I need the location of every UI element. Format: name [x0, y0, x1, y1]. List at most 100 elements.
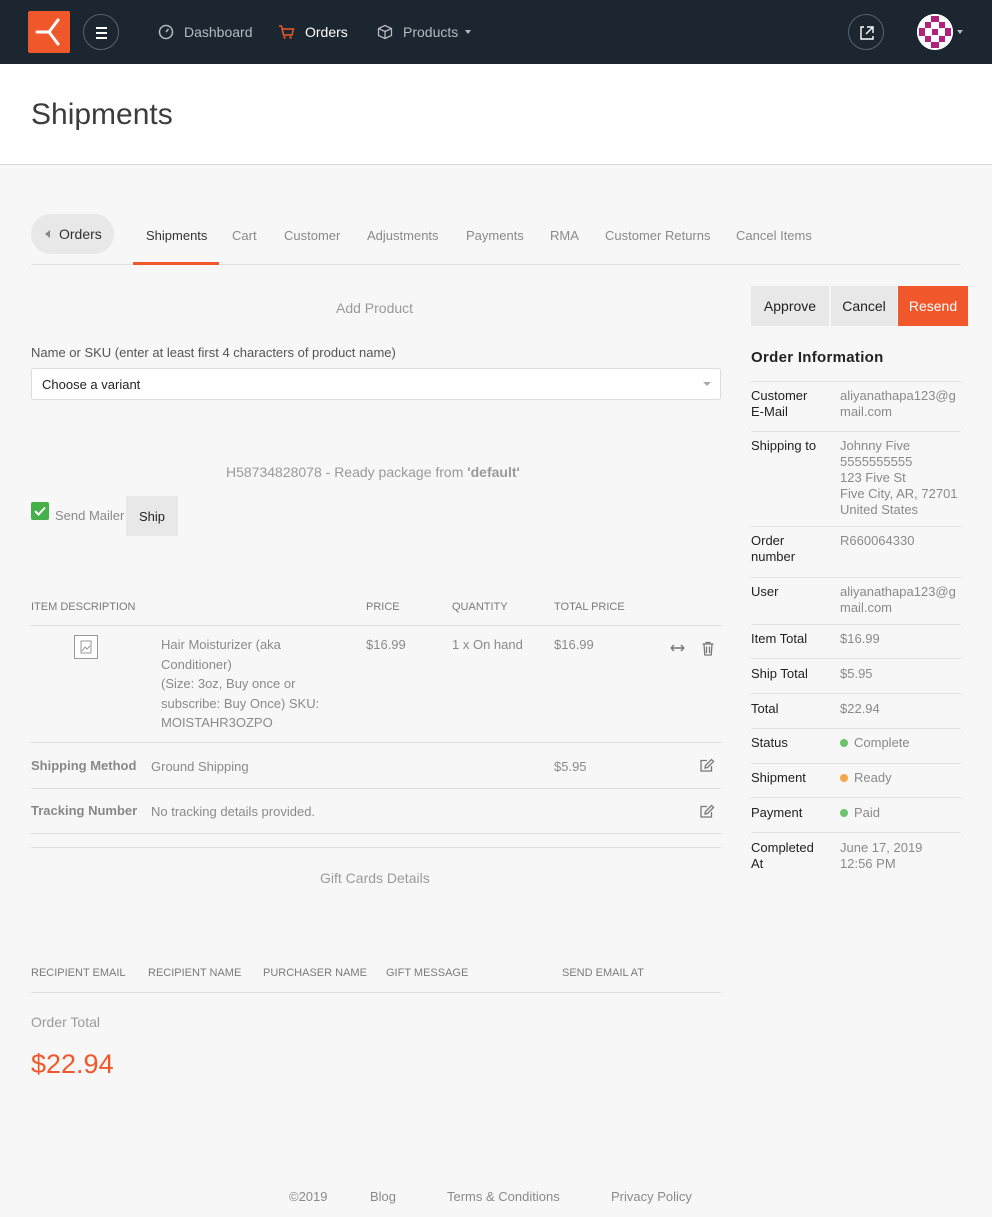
shipment-heading: H58734828078 - Ready package from 'defau… [226, 464, 520, 480]
column-header: RECIPIENT NAME [148, 967, 242, 979]
tab-rma[interactable]: RMA [550, 228, 579, 243]
shipment-state-label: Shipment [751, 770, 806, 785]
image-placeholder-icon [80, 640, 92, 654]
box-icon [377, 24, 393, 40]
ship-country: United States [840, 502, 919, 517]
table-divider [31, 625, 721, 626]
tab-cancel-items[interactable]: Cancel Items [736, 228, 812, 243]
tab-customer-returns[interactable]: Customer Returns [605, 228, 710, 243]
nav-item-orders[interactable]: Orders [278, 0, 348, 64]
shipping-method-label: Shipping Method [31, 758, 137, 773]
user-label: User [751, 584, 779, 599]
nav-item-dashboard[interactable]: Dashboard [158, 0, 253, 64]
info-divider [751, 832, 961, 833]
shipping-method-value: Ground Shipping [151, 759, 249, 774]
top-navbar: Dashboard Orders Products [0, 0, 992, 64]
cart-icon [279, 25, 295, 39]
order-information-title: Order Information [751, 349, 884, 366]
shipment-number: H58734828078 - Ready package from [226, 464, 468, 480]
user-value: aliyanathapa123@gmail.com [840, 584, 956, 615]
status-label: Status [751, 735, 788, 750]
logo[interactable] [28, 11, 70, 53]
approve-button[interactable]: Approve [751, 286, 829, 326]
active-tab-indicator [133, 262, 219, 265]
nav-label: Products [403, 24, 459, 40]
shipping-method-cost: $5.95 [554, 759, 587, 774]
variant-select[interactable]: Choose a variant [31, 368, 721, 400]
external-link-icon [860, 26, 874, 40]
item-description: Hair Moisturizer (aka Conditioner) (Size… [161, 635, 351, 733]
info-divider [751, 763, 961, 764]
payment-state-badge: Paid [840, 805, 965, 821]
total-value: $22.94 [840, 701, 880, 716]
send-mailer-label: Send Mailer [55, 508, 125, 523]
order-total-value: $22.94 [31, 1049, 114, 1079]
nav-label: Orders [305, 24, 348, 40]
column-header: RECIPIENT EMAIL [31, 967, 126, 979]
order-number-value: R660064330 [840, 533, 915, 548]
storefront-link-button[interactable] [848, 14, 884, 50]
shipping-to-label: Shipping to [751, 438, 817, 453]
shipping-address: Johnny Five 5555555555 123 Five St Five … [840, 438, 965, 518]
trash-icon[interactable] [701, 641, 715, 656]
variant-field-label: Name or SKU (enter at least first 4 char… [31, 345, 396, 360]
tracking-number-label: Tracking Number [31, 803, 138, 818]
payment-state-label: Payment [751, 805, 803, 820]
column-header: ITEM DESCRIPTION [31, 601, 136, 613]
nav-label: Dashboard [184, 24, 253, 40]
item-quantity: 1 x On hand [452, 637, 523, 652]
section-divider [31, 847, 721, 848]
ship-button[interactable]: Ship [126, 496, 178, 536]
info-divider [751, 658, 961, 659]
cancel-button[interactable]: Cancel [831, 286, 897, 326]
column-header: SEND EMAIL AT [562, 967, 644, 979]
footer-privacy-link[interactable]: Privacy Policy [611, 1189, 692, 1204]
menu-toggle-button[interactable] [83, 14, 119, 50]
order-number-label: Order number [751, 533, 796, 564]
chevron-down-icon[interactable] [957, 30, 963, 34]
resend-button[interactable]: Resend [898, 286, 968, 326]
avatar[interactable] [917, 14, 953, 50]
table-divider [31, 833, 721, 834]
item-sku: MOISTAHR3OZPO [161, 715, 273, 730]
tab-customer[interactable]: Customer [284, 228, 340, 243]
avatar-pattern-icon [917, 14, 953, 50]
ship-street: 123 Five St [840, 470, 906, 485]
column-header: PRICE [366, 601, 400, 613]
variant-select-value: Choose a variant [42, 377, 141, 392]
tab-shipments[interactable]: Shipments [146, 228, 207, 243]
edit-icon[interactable] [699, 804, 715, 819]
status-dot-icon [840, 809, 848, 817]
nav-item-products[interactable]: Products [377, 0, 472, 64]
item-total-value: $16.99 [840, 631, 880, 646]
column-header: TOTAL PRICE [554, 601, 625, 613]
order-total-label: Order Total [31, 1014, 100, 1030]
footer-terms-link[interactable]: Terms & Conditions [447, 1189, 560, 1204]
info-divider [751, 431, 961, 432]
item-variant-line: (Size: 3oz, Buy once or [161, 676, 296, 691]
split-arrows-icon[interactable] [669, 642, 686, 654]
ship-city: Five City, AR, 72701 [840, 486, 958, 501]
send-mailer-checkbox[interactable] [31, 502, 49, 520]
item-variant-line: subscribe: Buy Once) SKU: [161, 695, 320, 711]
page-header: Shipments [0, 64, 992, 165]
item-name-line: Hair Moisturizer (aka [161, 637, 281, 652]
tracking-number-value: No tracking details provided. [151, 804, 316, 819]
logo-icon [35, 18, 60, 46]
stock-location: 'default' [467, 464, 520, 480]
back-to-orders-button[interactable]: Orders [31, 214, 114, 254]
column-header: GIFT MESSAGE [386, 967, 469, 979]
footer-blog-link[interactable]: Blog [370, 1189, 396, 1204]
chevron-down-icon [703, 382, 711, 386]
tab-adjustments[interactable]: Adjustments [367, 228, 439, 243]
completed-at-value: June 17, 2019 12:56 PM [840, 840, 923, 871]
table-divider [31, 742, 721, 743]
checkmark-icon [34, 506, 46, 516]
tab-payments[interactable]: Payments [466, 228, 524, 243]
ship-total-label: Ship Total [751, 666, 808, 681]
tab-cart[interactable]: Cart [232, 228, 257, 243]
edit-icon[interactable] [699, 758, 715, 773]
hamburger-icon [96, 27, 107, 29]
item-total-label: Item Total [751, 631, 808, 646]
ship-total-value: $5.95 [840, 666, 873, 681]
